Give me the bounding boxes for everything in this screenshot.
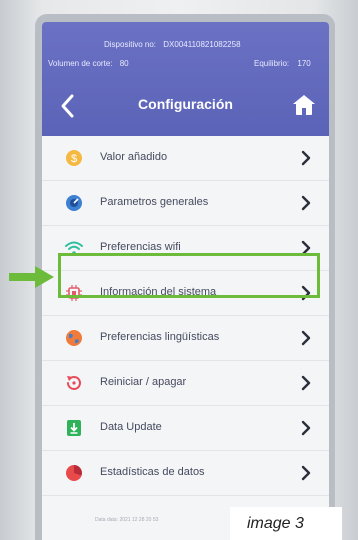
menu-item-label: Data Update xyxy=(100,421,162,433)
pie-chart-icon xyxy=(66,465,82,481)
menu-item-restart-shutdown[interactable]: Reiniciar / apagar xyxy=(42,361,329,406)
chevron-right-icon xyxy=(301,465,311,481)
menu-item-label: Parametros generales xyxy=(100,196,209,208)
menu-item-general-parameters[interactable]: Parametros generales xyxy=(42,181,329,226)
home-button[interactable] xyxy=(292,94,316,116)
device-number-value: DX004110821082258 xyxy=(163,40,241,49)
balance-label: Equilibrio: xyxy=(254,59,290,68)
device-number-line: Dispositivo no: DX004110821082258 xyxy=(104,40,241,49)
chevron-right-icon xyxy=(301,195,311,211)
menu-item-label: Preferencias lingüísticas xyxy=(100,331,220,343)
gauge-icon xyxy=(66,195,82,211)
coin-icon: $ xyxy=(66,150,82,166)
home-icon xyxy=(293,95,315,115)
caption-text: image 3 xyxy=(247,515,304,532)
page-title: Configuración xyxy=(138,96,233,112)
globe-icon xyxy=(66,330,82,346)
pointer-arrow-icon xyxy=(9,266,54,288)
cut-volume-line: Volumen de corte: 80 xyxy=(48,59,129,68)
menu-item-data-update[interactable]: Data Update xyxy=(42,406,329,451)
chevron-right-icon xyxy=(301,420,311,436)
cut-volume-value: 80 xyxy=(119,59,129,68)
download-icon xyxy=(67,420,81,436)
svg-text:$: $ xyxy=(71,153,77,165)
menu-item-language-preferences[interactable]: Preferencias lingüísticas xyxy=(42,316,329,361)
chevron-right-icon xyxy=(301,375,311,391)
menu-item-added-value[interactable]: $ Valor añadido xyxy=(42,136,329,181)
cut-volume-label: Volumen de corte: xyxy=(48,59,113,68)
menu-item-label: Reiniciar / apagar xyxy=(100,376,187,388)
restart-icon xyxy=(67,376,81,390)
menu-item-label: Preferencias wifi xyxy=(100,241,181,253)
chevron-right-icon xyxy=(301,330,311,346)
device-number-label: Dispositivo no: xyxy=(104,40,157,49)
balance-line: Equilibrio: 170 xyxy=(254,59,311,68)
menu-item-label: Estadísticas de datos xyxy=(100,466,205,478)
footer-timestamp: Data data: 2021 12 28 20 53 xyxy=(95,517,159,523)
menu-item-label: Valor añadido xyxy=(100,151,168,163)
header-bar: Dispositivo no: DX004110821082258 Volume… xyxy=(42,22,329,136)
photo-stage: Dispositivo no: DX004110821082258 Volume… xyxy=(0,0,358,540)
image-caption: image 3 xyxy=(230,507,342,540)
highlight-box xyxy=(58,253,320,298)
chevron-right-icon xyxy=(301,150,311,166)
menu-item-data-statistics[interactable]: Estadísticas de datos xyxy=(42,451,329,496)
balance-value: 170 xyxy=(297,59,311,68)
